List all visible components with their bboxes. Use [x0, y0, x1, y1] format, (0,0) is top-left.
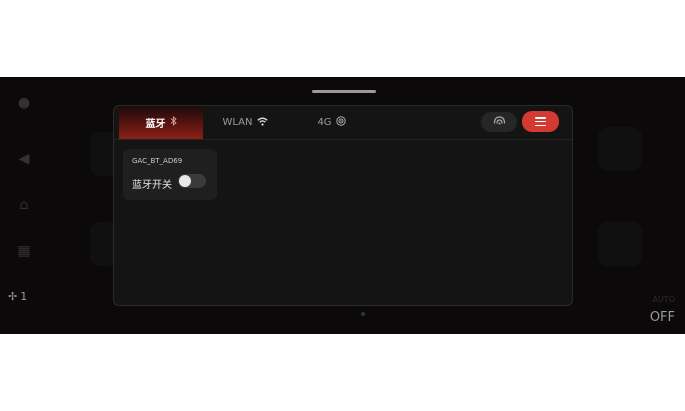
background-app-tile: [598, 222, 642, 266]
hotspot-button[interactable]: [481, 112, 517, 132]
fan-level: 1: [20, 290, 28, 303]
fan-status[interactable]: ✢ 1: [8, 290, 27, 303]
menu-button[interactable]: [522, 111, 559, 132]
hotspot-icon: [493, 116, 506, 128]
bluetooth-switch-label: 蓝牙开关: [132, 180, 172, 191]
tab-bar: 蓝牙 WLAN 4G: [114, 106, 572, 140]
home-icon: ⌂: [19, 197, 29, 213]
car-screen: ● ◀ ⌂ ▦ ✢ 1 AUTO OFF 蓝牙 WLAN 4G GAC_BT_A…: [0, 77, 685, 334]
menu-icon: [535, 117, 546, 126]
climate-status[interactable]: AUTO OFF: [650, 295, 675, 325]
climate-state: OFF: [649, 310, 675, 325]
tab-4g-label: 4G: [317, 117, 332, 128]
bluetooth-card: GAC_BT_AD69 蓝牙开关: [123, 149, 217, 200]
background-app-tile: [598, 127, 642, 171]
toggle-knob: [179, 175, 191, 187]
bluetooth-toggle[interactable]: [178, 174, 206, 188]
cellular-icon: [335, 116, 346, 129]
tab-4g[interactable]: 4G: [309, 106, 354, 139]
climate-auto-label: AUTO: [652, 295, 675, 304]
page-indicator: [361, 312, 365, 316]
tab-bluetooth[interactable]: 蓝牙: [119, 106, 203, 139]
drag-handle[interactable]: [312, 90, 376, 93]
tab-wlan-label: WLAN: [222, 117, 253, 128]
back-icon: ◀: [18, 151, 30, 167]
apps-grid-icon: ▦: [17, 243, 31, 259]
profile-icon: ●: [17, 95, 31, 111]
fan-icon: ✢: [8, 290, 18, 303]
bluetooth-device-name: GAC_BT_AD69: [132, 157, 183, 165]
bluetooth-icon: [170, 116, 177, 129]
wifi-icon: [256, 117, 268, 129]
tab-bluetooth-label: 蓝牙: [145, 119, 166, 130]
tab-wlan[interactable]: WLAN: [214, 106, 276, 139]
connectivity-panel: 蓝牙 WLAN 4G GAC_BT_AD69 蓝牙开关: [113, 105, 573, 306]
